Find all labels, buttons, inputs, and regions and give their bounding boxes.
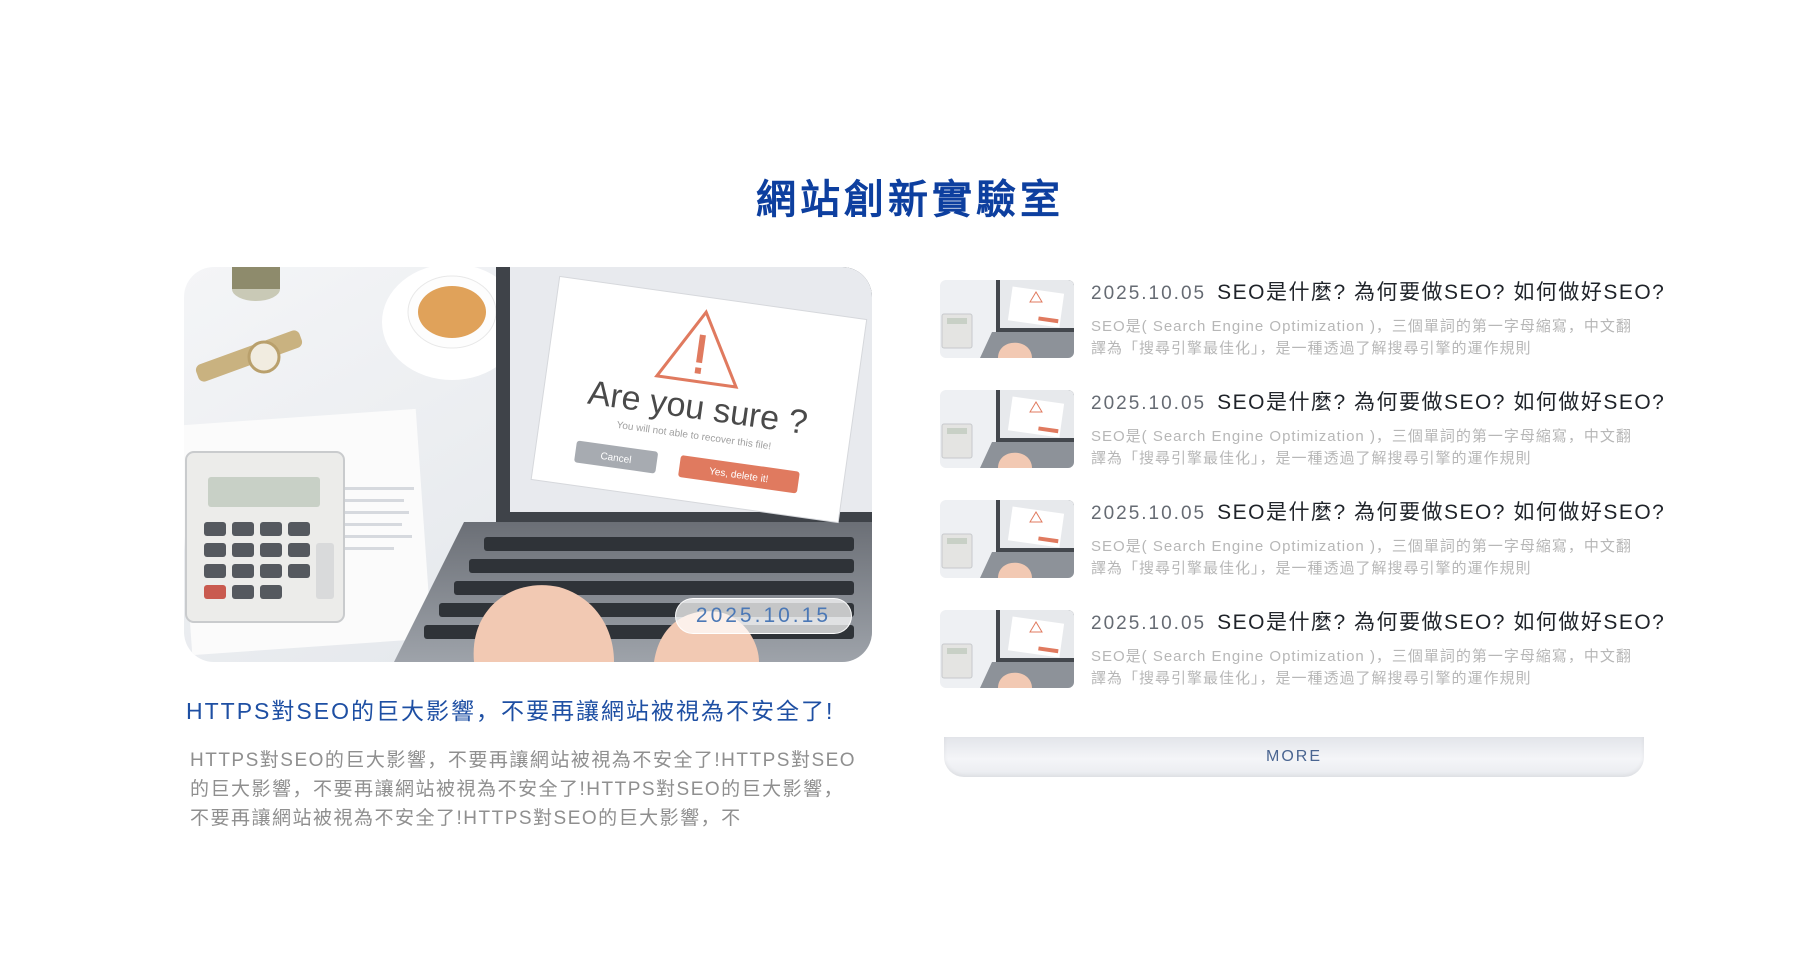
featured-article[interactable]: Are you sure ? You will not able to reco… — [184, 267, 872, 833]
featured-title[interactable]: HTTPS對SEO的巨大影響，不要再讓網站被視為不安全了! — [184, 692, 872, 726]
article-list: 2025.10.05 SEO是什麼? 為何要做SEO? 如何做好SEO? SEO是… — [940, 278, 1664, 718]
article-date: 2025.10.05 — [1091, 613, 1207, 634]
article-date: 2025.10.05 — [1091, 283, 1207, 304]
article-date: 2025.10.05 — [1091, 393, 1207, 414]
article-title[interactable]: SEO是什麼? 為何要做SEO? 如何做好SEO? — [1217, 281, 1665, 304]
list-item[interactable]: 2025.10.05 SEO是什麼? 為何要做SEO? 如何做好SEO? SEO是… — [940, 388, 1664, 498]
article-description: SEO是( Search Engine Optimization )，三個單詞的… — [1091, 428, 1632, 467]
article-date: 2025.10.05 — [1091, 503, 1207, 524]
article-description: SEO是( Search Engine Optimization )，三個單詞的… — [1091, 318, 1632, 357]
more-button[interactable]: MORE — [944, 737, 1644, 777]
article-thumbnail[interactable] — [940, 280, 1074, 358]
article-description: SEO是( Search Engine Optimization )，三個單詞的… — [1091, 538, 1632, 577]
featured-image[interactable]: Are you sure ? You will not able to reco… — [184, 267, 872, 662]
list-item[interactable]: 2025.10.05 SEO是什麼? 為何要做SEO? 如何做好SEO? SEO是… — [940, 278, 1664, 388]
article-description: SEO是( Search Engine Optimization )，三個單詞的… — [1091, 648, 1632, 687]
article-title[interactable]: SEO是什麼? 為何要做SEO? 如何做好SEO? — [1217, 611, 1665, 634]
list-item[interactable]: 2025.10.05 SEO是什麼? 為何要做SEO? 如何做好SEO? SEO是… — [940, 608, 1664, 718]
list-item[interactable]: 2025.10.05 SEO是什麼? 為何要做SEO? 如何做好SEO? SEO是… — [940, 498, 1664, 608]
section-title: 網站創新實驗室 — [756, 177, 1064, 222]
featured-date-badge: 2025.10.15 — [674, 598, 852, 634]
article-thumbnail[interactable] — [940, 390, 1074, 468]
article-thumbnail[interactable] — [940, 500, 1074, 578]
article-title[interactable]: SEO是什麼? 為何要做SEO? 如何做好SEO? — [1217, 391, 1665, 414]
featured-excerpt: HTTPS對SEO的巨大影響，不要再讓網站被視為不安全了!HTTPS對SEO的巨… — [190, 750, 857, 829]
article-thumbnail[interactable] — [940, 610, 1074, 688]
article-title[interactable]: SEO是什麼? 為何要做SEO? 如何做好SEO? — [1217, 501, 1665, 524]
